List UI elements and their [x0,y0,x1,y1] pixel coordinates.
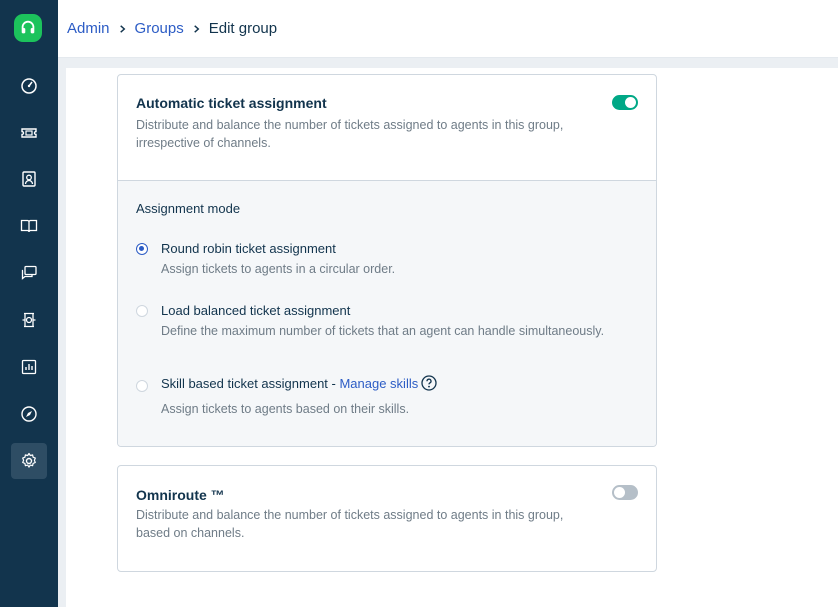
contacts-icon [22,171,36,187]
skill-based-label[interactable]: Skill based ticket assignment - [161,376,339,391]
admin-gear-icon [22,452,36,468]
nav-forums[interactable] [11,255,47,291]
omniroute-title: Omniroute ™ [136,487,225,503]
skill-based-radio[interactable] [136,380,148,392]
nav-solutions[interactable] [11,208,47,244]
load-balanced-radio[interactable] [136,305,148,317]
load-balanced-description: Define the maximum number of tickets tha… [161,324,605,338]
nav-dashboard[interactable] [11,68,47,104]
round-robin-label[interactable]: Round robin ticket assignment [161,241,336,256]
nav-reports[interactable] [11,349,47,385]
forums-icon [21,265,37,280]
tickets-icon [21,128,37,138]
sidebar [0,0,58,607]
skill-based-description: Assign tickets to agents based on their … [161,402,410,416]
omniroute-description: Distribute and balance the number of tic… [136,508,564,540]
assignment-mode-label: Assignment mode [136,201,241,216]
omniroute-toggle[interactable] [612,485,638,500]
dashboard-icon [21,78,37,94]
nav-assets[interactable] [11,302,47,338]
skill-based-option: Skill based ticket assignment - Manage s… [161,375,437,391]
top-header: Admin Groups Edit group [58,0,838,58]
chevron-right-icon [192,21,201,37]
assignment-mode-panel: Assignment mode Round robin ticket assig… [118,180,656,446]
nav-tickets[interactable] [11,115,47,151]
breadcrumb-current: Edit group [208,20,278,37]
round-robin-description: Assign tickets to agents in a circular o… [161,262,396,276]
chevron-right-icon [118,21,127,37]
auto-assignment-title: Automatic ticket assignment [136,95,327,111]
nav-contacts[interactable] [11,161,47,197]
round-robin-radio[interactable] [136,243,148,255]
auto-assignment-toggle[interactable] [612,95,638,110]
breadcrumb-groups-link[interactable]: Groups [135,20,184,37]
load-balanced-label[interactable]: Load balanced ticket assignment [161,303,350,318]
assets-icon [22,312,36,328]
breadcrumb: Admin Groups Edit group [67,20,277,37]
auto-assignment-description: Distribute and balance the number of tic… [136,118,564,150]
nav-admin[interactable] [11,443,47,479]
solutions-icon [20,219,38,233]
nav-discover[interactable] [11,396,47,432]
headset-icon [21,20,35,34]
omniroute-card: Omniroute ™ Distribute and balance the n… [117,465,657,572]
auto-assignment-card: Automatic ticket assignment Distribute a… [117,74,657,447]
reports-icon [21,359,37,375]
breadcrumb-admin-link[interactable]: Admin [67,20,110,37]
help-question-icon[interactable] [421,375,437,391]
discover-icon [21,406,37,422]
manage-skills-link[interactable]: Manage skills [339,376,418,391]
freshdesk-logo[interactable] [14,14,42,42]
